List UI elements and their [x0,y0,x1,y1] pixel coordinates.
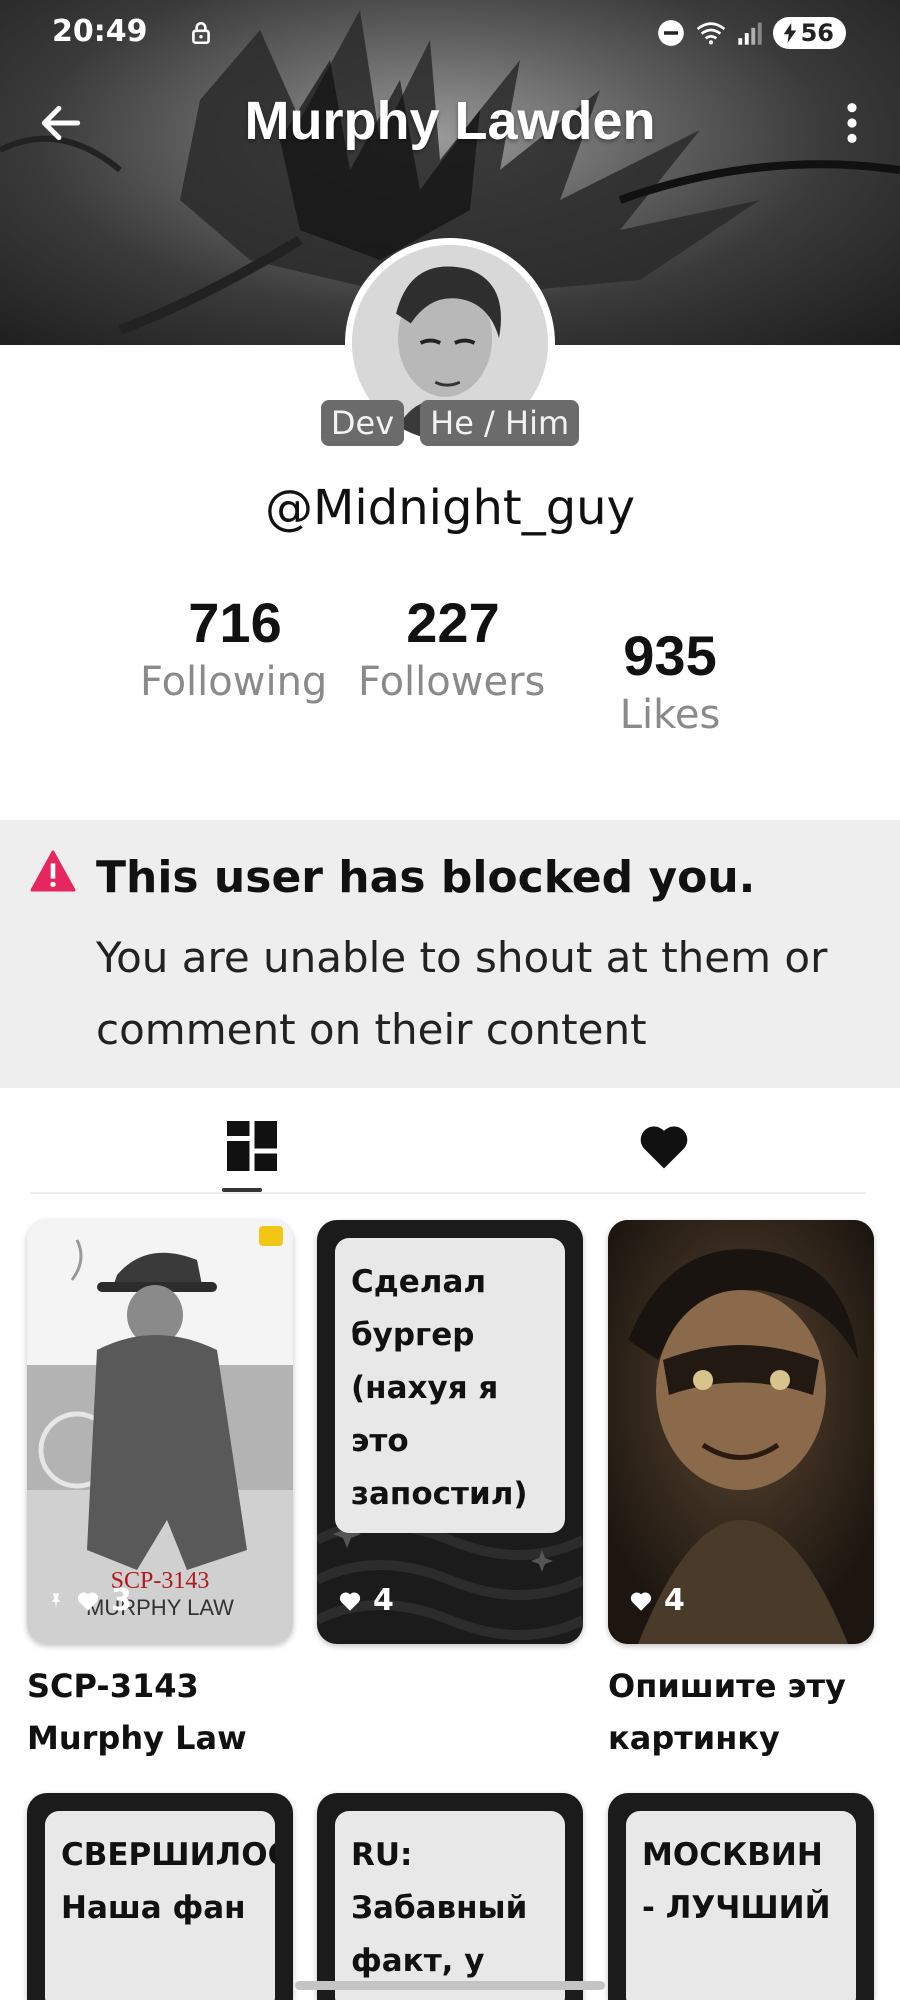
post-card[interactable]: СВЕРШИЛОСЬ! Наша фан [27,1793,293,2000]
page-title: Murphy Lawden [244,91,656,151]
charging-icon [783,23,796,43]
post-caption[interactable]: SCP-3143 Murphy Law [27,1660,293,1764]
post-card[interactable]: 4 [608,1220,874,1644]
post-text: СВЕРШИЛОСЬ! Наша фан [45,1811,275,2000]
post-caption[interactable]: Опишите эту картинку [608,1660,874,1764]
home-indicator[interactable] [295,1981,605,1990]
following-count: 716 [188,591,282,654]
blocked-title: This user has blocked you. [96,852,756,903]
heart-icon[interactable] [634,1116,694,1176]
do-not-disturb-icon [657,20,684,46]
status-time: 20:49 [52,14,148,49]
tag-role: Dev [320,400,405,446]
post-likes: 4 [337,1583,394,1618]
signal-icon [737,22,762,45]
heart-icon [339,1592,361,1611]
stat-likes: 935 Likes [575,623,765,742]
content-tabs [30,1088,866,1194]
followers-count: 227 [406,591,500,654]
tag-pronouns: He / Him [420,400,580,446]
post-text: RU: Забавный факт, у [335,1811,565,2000]
username-handle: @Midnight_guy [265,480,635,536]
profile-tags: Dev He / Him [0,400,900,446]
battery-level: 56 [800,19,834,47]
post-likes-count: 4 [664,1583,685,1618]
heart-icon [77,1592,99,1611]
post-card[interactable]: МОСКВИН - ЛУЧШИЙ [608,1793,874,2000]
followers-label: Followers [358,659,546,705]
likes-label: Likes [619,692,721,738]
pin-icon [51,1593,61,1608]
more-options-icon[interactable] [834,100,870,146]
following-label: Following [140,659,328,705]
lock-icon [192,21,210,45]
post-likes: 3 [47,1583,132,1618]
heart-icon [630,1592,652,1611]
grid-icon[interactable] [222,1116,282,1176]
post-card[interactable]: Сделал бургер (нахуя я это запостил) 4 [317,1220,583,1644]
post-image [608,1220,874,1644]
post-image: SCP-3143 MURPHY LAW [27,1220,293,1644]
active-tab-indicator [222,1188,262,1192]
blocked-text: You are unable to shout at them or comme… [96,933,828,1054]
warning-icon [30,850,76,892]
post-text: МОСКВИН - ЛУЧШИЙ [626,1811,856,2000]
post-text: Сделал бургер (нахуя я это запостил) [335,1238,565,1533]
stat-followers[interactable]: 227 Followers [358,590,548,709]
battery-indicator: 56 [772,17,846,49]
likes-count: 935 [623,624,717,687]
wifi-icon [696,22,725,45]
post-card[interactable]: RU: Забавный факт, у [317,1793,583,2000]
post-likes-count: 3 [111,1583,132,1618]
post-likes: 4 [628,1583,685,1618]
stat-following[interactable]: 716 Following [140,590,330,709]
post-likes-count: 4 [373,1583,394,1618]
post-card[interactable]: SCP-3143 MURPHY LAW 3 [27,1220,293,1644]
status-bar: 20:49 56 [0,0,900,64]
